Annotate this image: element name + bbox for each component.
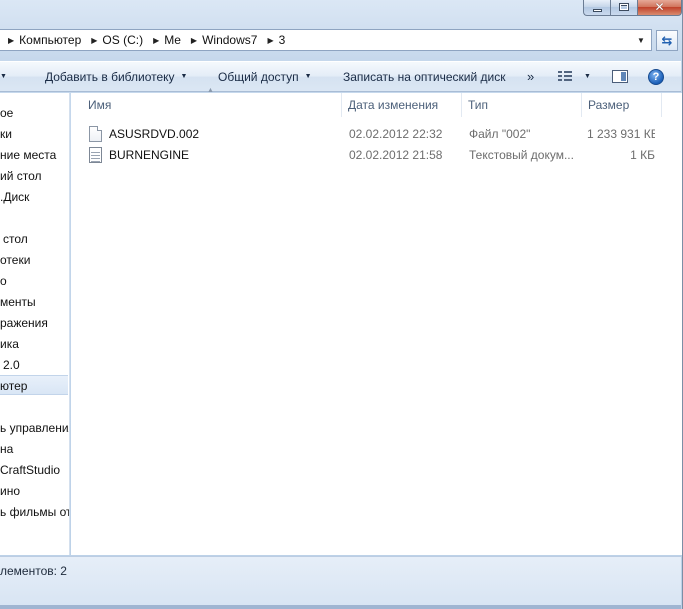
explorer-window: ✕ ▶ Компьютер ▶ OS (C:) ▶ Me ▶ Windows7 … (0, 0, 683, 609)
file-row[interactable]: BURNENGINE 02.02.2012 21:58 Текстовый до… (71, 145, 682, 165)
chevron-right-icon[interactable]: ▶ (261, 36, 278, 45)
sharing-button[interactable]: Общий доступ ▼ (218, 62, 312, 91)
help-button[interactable]: ? (648, 62, 664, 91)
file-row[interactable]: ASUSRDVD.002 02.02.2012 22:32 Файл "002"… (71, 124, 682, 144)
file-size: 1 233 931 КБ (587, 127, 655, 141)
sharing-label: Общий доступ (218, 69, 299, 84)
nav-item[interactable]: ика (0, 334, 69, 354)
file-date: 02.02.2012 21:58 (349, 148, 443, 162)
breadcrumb-me[interactable]: ▶ Me (145, 30, 183, 50)
file-list: ▲ Имя Дата изменения Тип Размер ASUSRDVD… (71, 87, 682, 555)
file-date: 02.02.2012 22:32 (349, 127, 443, 141)
column-header-type[interactable]: Тип (462, 93, 582, 117)
chevron-down-icon: ▼ (584, 73, 591, 80)
item-count: лементов: 2 (0, 564, 67, 578)
burn-label: Записать на оптический диск (343, 69, 506, 84)
file-name: ASUSRDVD.002 (109, 127, 200, 141)
chevron-right-icon[interactable]: ▶ (185, 36, 202, 45)
nav-item[interactable]: о (0, 271, 69, 291)
address-bar[interactable]: ▶ Компьютер ▶ OS (C:) ▶ Me ▶ Windows7 ▶ … (0, 29, 652, 51)
nav-item[interactable]: ние места (0, 145, 69, 165)
file-size: 1 КБ (630, 148, 655, 162)
organize-menu-arrow[interactable]: ▼ (0, 62, 7, 91)
breadcrumb-label: Windows7 (202, 33, 258, 47)
chevron-down-icon: ▼ (637, 35, 645, 45)
file-icon (89, 126, 102, 142)
breadcrumb-label: OS (C:) (102, 33, 144, 47)
nav-item[interactable]: ино (0, 481, 69, 501)
breadcrumb-label: 3 (278, 33, 286, 47)
minimize-icon (592, 8, 602, 12)
command-bar: ▼ Добавить в библиотеку ▼ Общий доступ ▼… (0, 61, 681, 92)
more-commands-button[interactable]: » (527, 62, 534, 91)
preview-pane-button[interactable] (612, 62, 628, 91)
change-view-button[interactable]: ▼ (558, 62, 591, 91)
chevron-down-icon: ▼ (304, 73, 312, 80)
nav-item[interactable]: ь фильмы от (0, 502, 69, 522)
minimize-button[interactable] (583, 0, 610, 16)
help-icon: ? (648, 68, 664, 85)
nav-item-computer[interactable]: ютер (0, 375, 68, 395)
file-type: Файл "002" (469, 127, 531, 141)
breadcrumb-label: Компьютер (19, 33, 82, 47)
chevron-down-icon: ▼ (0, 73, 7, 80)
close-button[interactable]: ✕ (637, 0, 682, 16)
nav-item[interactable]: отеки (0, 250, 69, 270)
nav-item[interactable]: ражения (0, 313, 69, 333)
more-icon: » (527, 69, 535, 84)
maximize-button[interactable] (610, 0, 637, 16)
chevron-down-icon: ▼ (180, 73, 188, 80)
breadcrumb-computer[interactable]: ▶ Компьютер (0, 30, 83, 50)
nav-item[interactable]: ь управления (0, 418, 69, 438)
refresh-button[interactable]: ⇆ (656, 30, 678, 51)
nav-item[interactable]: на (0, 439, 69, 459)
file-name: BURNENGINE (109, 148, 190, 162)
add-to-library-label: Добавить в библиотеку (45, 69, 175, 84)
nav-item[interactable]: стол (0, 229, 69, 249)
chevron-right-icon[interactable]: ▶ (2, 36, 19, 45)
chevron-right-icon[interactable]: ▶ (147, 36, 164, 45)
add-to-library-button[interactable]: Добавить в библиотеку ▼ (45, 62, 187, 91)
address-row: ▶ Компьютер ▶ OS (C:) ▶ Me ▶ Windows7 ▶ … (0, 27, 682, 53)
nav-item[interactable]: CraftStudio (0, 460, 69, 480)
breadcrumb-3[interactable]: ▶ 3 (259, 30, 287, 50)
details-view-icon (558, 71, 572, 82)
file-type: Текстовый докум... (469, 148, 574, 162)
nav-item[interactable]: .Диск (0, 187, 69, 207)
nav-item[interactable]: менты (0, 292, 69, 312)
window-controls: ✕ (583, 0, 682, 16)
maximize-icon (619, 3, 629, 11)
chevron-right-icon[interactable]: ▶ (85, 36, 102, 45)
file-name-cell: BURNENGINE (89, 145, 339, 165)
column-headers: ▲ Имя Дата изменения Тип Размер (71, 87, 682, 117)
column-header-date[interactable]: Дата изменения (342, 93, 462, 117)
preview-pane-icon (612, 70, 628, 83)
navigation-pane: ое ки ние места ий стол .Диск стол отеки… (0, 93, 70, 555)
file-name-cell: ASUSRDVD.002 (89, 124, 339, 144)
breadcrumb-drive[interactable]: ▶ OS (C:) (83, 30, 145, 50)
refresh-icon: ⇆ (661, 32, 673, 48)
nav-item[interactable]: 2.0 (0, 355, 69, 375)
column-header-name[interactable]: Имя (82, 93, 342, 117)
window-bottom-edge (0, 605, 681, 609)
text-document-icon (89, 147, 102, 163)
nav-item[interactable]: ое (0, 103, 69, 123)
breadcrumb-windows7[interactable]: ▶ Windows7 (183, 30, 260, 50)
burn-button[interactable]: Записать на оптический диск (343, 62, 506, 91)
close-icon: ✕ (654, 0, 665, 14)
column-header-size[interactable]: Размер (582, 93, 662, 117)
address-history-dropdown[interactable]: ▼ (635, 30, 647, 50)
details-pane: лементов: 2 (0, 556, 681, 609)
nav-item[interactable]: ки (0, 124, 69, 144)
nav-item[interactable]: ий стол (0, 166, 69, 186)
breadcrumb-label: Me (164, 33, 181, 47)
